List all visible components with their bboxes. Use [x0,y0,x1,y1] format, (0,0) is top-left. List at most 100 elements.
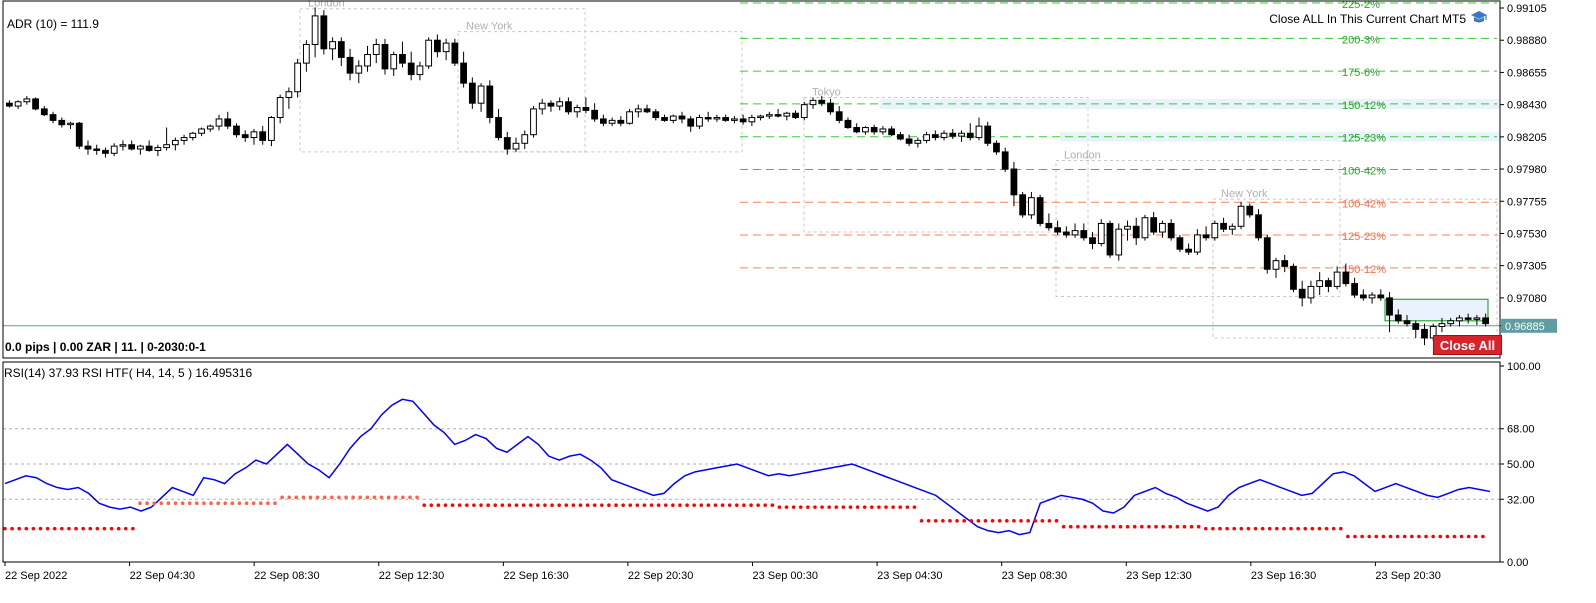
rsi-htf-dot [1338,526,1343,531]
candle-body [993,142,1000,153]
session-label: Tokyo [812,86,841,98]
candle-body [521,134,529,144]
candle-body [1263,237,1271,270]
rsi-htf-dot [557,503,562,507]
mt5-chart-window[interactable]: London New York Tokyo London New York 225-2% 2… [0,0,1596,598]
rsi-htf-dot [1026,519,1030,523]
rsi-tick-label: 32.00 [1507,494,1535,506]
rsi-htf-dot [663,503,668,507]
rsi-htf-dot [123,526,128,531]
candle-body [189,132,197,139]
rsi-htf-dot [1275,526,1279,531]
candle-body [268,117,275,141]
rsi-htf-dot [628,503,633,507]
candle-body [434,39,441,53]
candle-body [1010,168,1018,196]
rsi-htf-dot [74,526,78,531]
rsi-htf-dot [806,505,810,509]
candle-body [495,117,502,139]
rsi-htf-dot [1381,534,1386,539]
rsi-htf-dot [692,503,697,507]
candle-body [407,62,415,76]
chart-canvas[interactable]: LondonNew YorkTokyoLondonNew York225-2%2… [0,0,1596,598]
candle-body [792,112,799,119]
candle-body [198,128,205,134]
rsi-htf-dot [1203,526,1208,531]
candle-body [1115,228,1123,256]
price-pane-border [2,0,1501,359]
rsi-htf-dot [635,503,640,507]
fib-level-label: 125-23% [1342,133,1386,145]
candle-body [425,39,433,67]
rsi-htf-dot [344,495,348,500]
candle-body [1473,317,1481,320]
rsi-htf-dot [486,503,490,507]
candle-body [468,82,476,104]
candle-body [163,144,170,149]
rsi-htf-dot [266,501,270,506]
candle-body [276,96,284,119]
rsi-htf-dot [251,501,256,506]
time-tick-label: 22 Sep 08:30 [254,570,319,582]
rsi-htf-dot [330,495,334,500]
rsi-htf-dot [756,503,760,507]
rsi-htf-dot [571,503,576,507]
rsi-htf-dot [109,526,114,531]
rsi-htf-dot [649,503,654,507]
close-all-chart-label: Close ALL In This Current Chart MT5 [1269,11,1466,26]
rsi-htf-dot [706,503,711,507]
rsi-htf-dot [88,526,93,531]
candle-body [75,122,83,147]
rsi-htf-dot [1005,519,1009,523]
candle-body [1071,230,1079,236]
session-label: New York [466,21,513,33]
rsi-htf-dot [38,526,43,531]
rsi-htf-dot [1068,524,1073,529]
close-all-chart-link[interactable]: Close ALL In This Current Chart MT5 [1269,10,1488,27]
rsi-htf-dot [52,526,57,531]
candle-body [1185,248,1193,253]
candle-body [678,115,686,120]
candle-body [145,145,153,151]
candle-body [565,101,572,113]
rsi-htf-dot [969,519,974,523]
rsi-htf-dot [1402,534,1407,539]
time-tick-label: 23 Sep 16:30 [1251,570,1316,582]
candle-body [1001,151,1009,170]
price-tick-label: 0.97980 [1507,164,1547,176]
rsi-htf-dot [187,501,192,506]
rsi-htf-dot [997,519,1002,523]
rsi-htf-dot [1317,526,1322,531]
rsi-htf-dot [1331,526,1336,531]
candle-body [1202,234,1210,239]
candle-body [154,147,162,151]
candle-body [337,41,345,58]
time-tick-label: 23 Sep 00:30 [753,570,818,582]
rsi-htf-dot [393,495,398,500]
candle-body [93,148,101,151]
candle-body [1298,288,1306,299]
rsi-htf-dot [209,501,213,506]
rsi-htf-dot [116,526,121,531]
rsi-htf-dot [386,495,391,500]
candle-body [896,134,904,140]
candle-body [1150,217,1158,233]
rsi-htf-dot [656,503,661,507]
rsi-htf-dot [3,526,7,531]
candle-body [573,106,581,113]
candle-body [818,99,826,104]
session-label: New York [1221,188,1268,200]
close-all-button[interactable]: Close All [1433,335,1502,355]
candle-body [285,91,293,98]
rsi-htf-dot [322,495,327,500]
rsi-htf-dot [749,503,753,507]
price-tick-label: 0.98205 [1507,132,1547,144]
rsi-htf-dot [742,503,746,507]
candle-body [1307,285,1315,299]
rsi-htf-dot [990,519,995,523]
candle-body [5,102,13,107]
rsi-htf-dot [436,503,441,507]
candle-body [206,125,214,130]
rsi-htf-dot [521,503,526,507]
rsi-htf-dot [67,526,71,531]
